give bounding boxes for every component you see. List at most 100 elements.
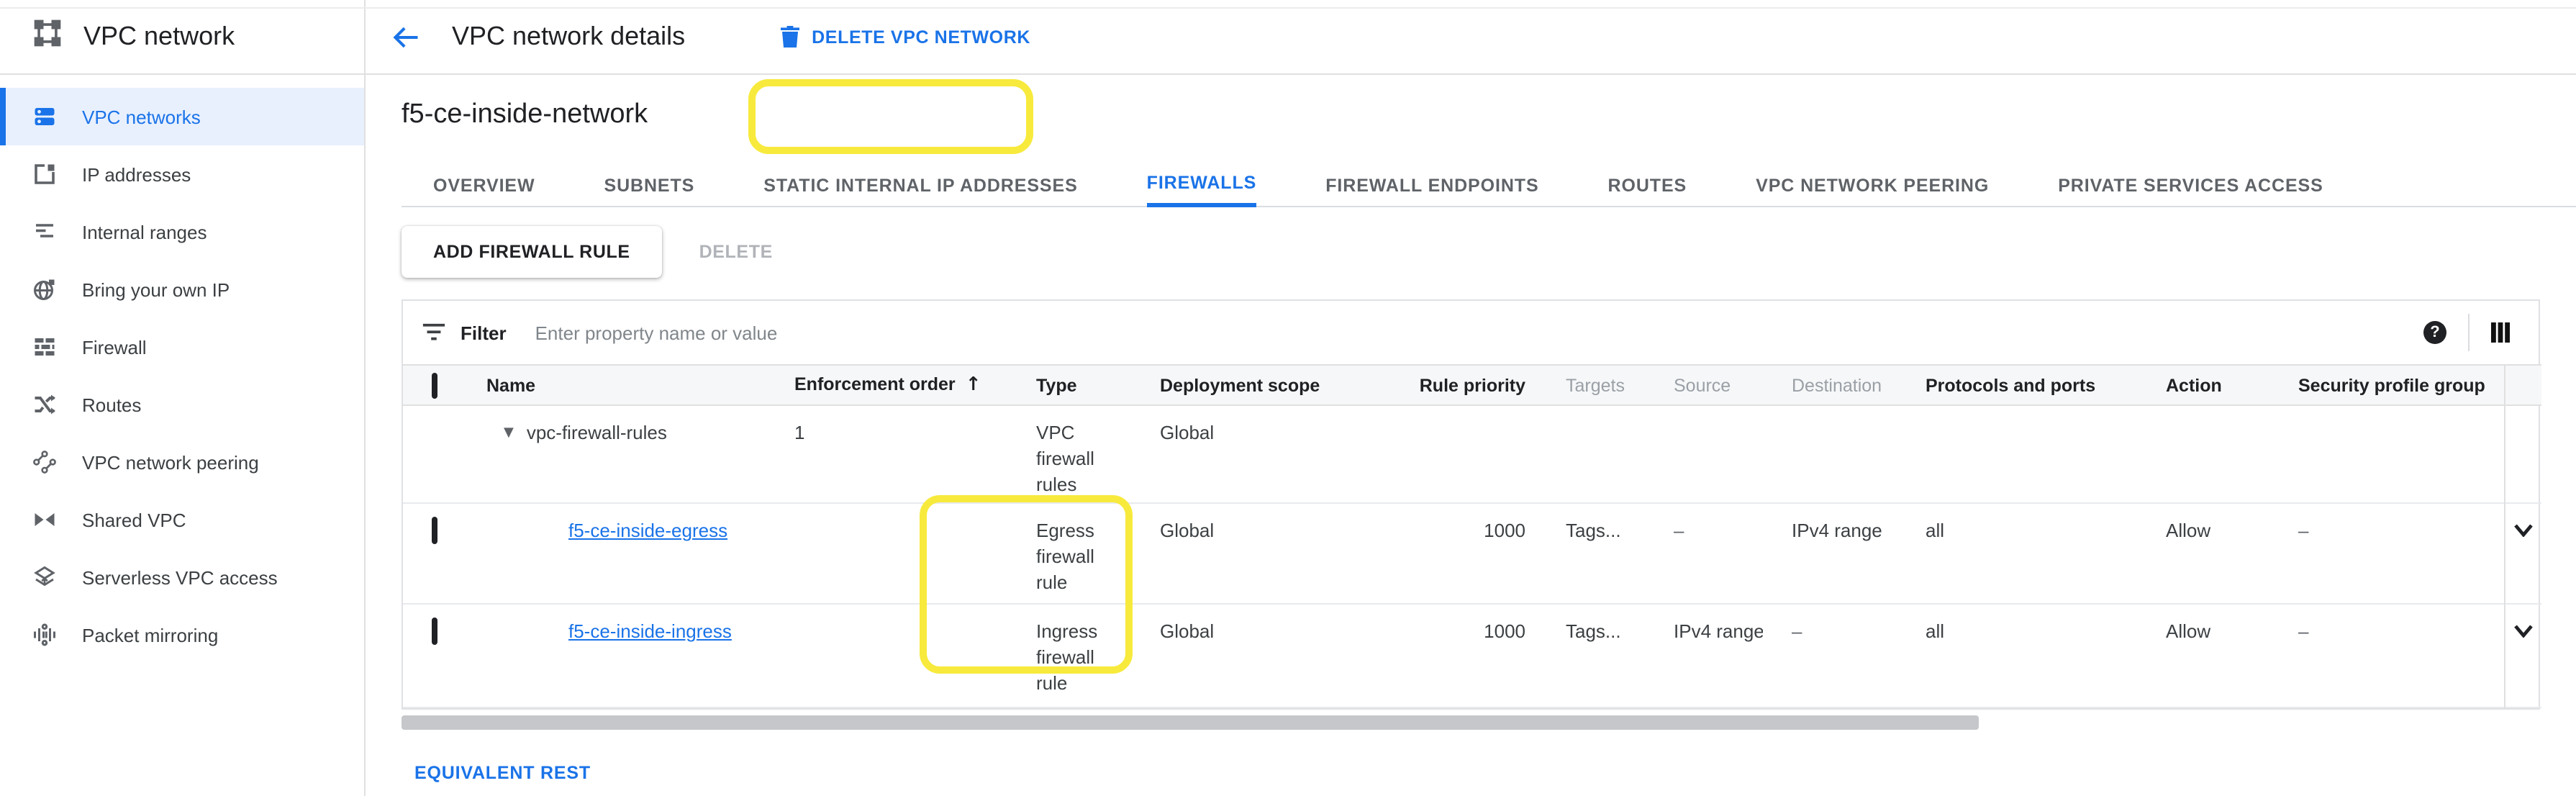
cell-enforcement-order: 1: [794, 405, 1036, 503]
packet-mirroring-icon: [32, 622, 58, 648]
row-checkbox[interactable]: [432, 618, 437, 645]
tab-vpc-network-peering[interactable]: VPC NETWORK PEERING: [1756, 163, 1989, 207]
divider: [2468, 314, 2470, 351]
filter-input[interactable]: Enter property name or value: [535, 322, 2423, 343]
cell-type: Ingress firewall rule: [1036, 604, 1160, 707]
column-header-targets[interactable]: Targets: [1566, 365, 1674, 405]
cell-type: VPC firewall rules: [1036, 405, 1160, 503]
cell-type: Egress firewall rule: [1036, 503, 1160, 604]
trash-icon: [780, 26, 800, 48]
sidebar-item-bring-your-own-ip[interactable]: Bring your own IP: [0, 261, 364, 318]
column-header-name[interactable]: Name: [486, 365, 794, 405]
cell-deployment-scope: Global: [1160, 604, 1367, 707]
tab-overview[interactable]: OVERVIEW: [433, 163, 535, 207]
cell-targets: Tags...: [1566, 604, 1674, 707]
sidebar-item-label: VPC network peering: [82, 451, 259, 473]
column-header-source[interactable]: Source: [1674, 365, 1792, 405]
firewall-rule-link[interactable]: f5-ce-inside-ingress: [568, 619, 732, 645]
column-display-icon[interactable]: [2491, 322, 2510, 343]
filter-list-icon: [422, 322, 446, 343]
cell-rule-priority: 1000: [1367, 503, 1566, 604]
internal-ranges-icon: [32, 219, 58, 245]
routes-icon: [32, 392, 58, 417]
group-name: vpc-firewall-rules: [527, 420, 667, 446]
add-firewall-rule-button[interactable]: ADD FIREWALL RULE: [402, 226, 662, 278]
cell-destination: IPv4 range: [1792, 503, 1926, 604]
sidebar-item-label: VPC networks: [82, 106, 201, 127]
cell-action: Allow: [2166, 604, 2298, 707]
sidebar-nav: VPC networks IP addresses Internal range…: [0, 75, 364, 664]
filter-label: Filter: [461, 322, 507, 343]
cell-source: –: [1674, 503, 1792, 604]
column-header-type[interactable]: Type: [1036, 365, 1160, 405]
cell-security-profile-group: –: [2298, 503, 2504, 604]
sidebar-item-vpc-network-peering[interactable]: VPC network peering: [0, 433, 364, 491]
tab-bar: OVERVIEW SUBNETS STATIC INTERNAL IP ADDR…: [433, 163, 2541, 207]
cell-deployment-scope: Global: [1160, 405, 1367, 503]
expand-row-chevron-icon[interactable]: [2505, 518, 2541, 537]
vpc-network-logo-icon: [32, 17, 63, 56]
group-row-toggle[interactable]: ▼vpc-firewall-rules: [486, 420, 794, 446]
firewall-rules-table: Name Enforcement order↑ Type Deployment …: [403, 364, 2541, 708]
cell-security-profile-group: –: [2298, 604, 2504, 707]
row-checkbox[interactable]: [432, 517, 437, 544]
column-header-enforcement-order[interactable]: Enforcement order↑: [794, 365, 1036, 405]
page-body: f5-ce-inside-network OVERVIEW SUBNETS ST…: [366, 98, 2576, 786]
sidebar-item-serverless-vpc-access[interactable]: Serverless VPC access: [0, 548, 364, 606]
column-header-action[interactable]: Action: [2166, 365, 2298, 405]
sidebar-item-label: Internal ranges: [82, 221, 207, 243]
cell-source: IPv4 range: [1674, 604, 1792, 707]
tab-routes[interactable]: ROUTES: [1608, 163, 1687, 207]
column-header-protocols-and-ports[interactable]: Protocols and ports: [1926, 365, 2166, 405]
content-header: VPC network details DELETE VPC NETWORK: [366, 0, 2576, 75]
tab-private-services-access[interactable]: PRIVATE SERVICES ACCESS: [2058, 163, 2323, 207]
product-title: VPC network: [83, 22, 235, 52]
column-header-security-profile-group[interactable]: Security profile group: [2298, 365, 2504, 405]
firewall-table-card: Filter Enter property name or value: [402, 299, 2540, 710]
globe-icon: [32, 276, 58, 302]
column-header-deployment-scope[interactable]: Deployment scope: [1160, 365, 1367, 405]
ip-addresses-icon: [32, 161, 58, 187]
cell-destination: –: [1792, 604, 1926, 707]
sidebar-item-vpc-networks[interactable]: VPC networks: [0, 88, 364, 145]
filter-bar: Filter Enter property name or value: [403, 301, 2539, 364]
main-content: VPC network details DELETE VPC NETWORK f…: [366, 0, 2576, 796]
tab-firewalls[interactable]: FIREWALLS: [1147, 163, 1257, 207]
expand-row-chevron-icon[interactable]: [2505, 619, 2541, 638]
sidebar-item-shared-vpc[interactable]: Shared VPC: [0, 491, 364, 548]
cell-targets: Tags...: [1566, 503, 1674, 604]
network-name: f5-ce-inside-network: [402, 98, 2541, 132]
tab-static-internal-ip-addresses[interactable]: STATIC INTERNAL IP ADDRESSES: [763, 163, 1077, 207]
sidebar-item-label: Routes: [82, 394, 141, 415]
column-header-destination[interactable]: Destination: [1792, 365, 1926, 405]
delete-vpc-network-button[interactable]: DELETE VPC NETWORK: [780, 26, 1030, 48]
sidebar-item-ip-addresses[interactable]: IP addresses: [0, 145, 364, 203]
sidebar-item-label: Packet mirroring: [82, 624, 218, 646]
horizontal-scrollbar[interactable]: [402, 715, 1979, 730]
page-title: VPC network details: [452, 22, 685, 52]
table-row: f5-ce-inside-egress Egress firewall rule…: [403, 503, 2541, 604]
firewall-rule-link[interactable]: f5-ce-inside-egress: [568, 518, 727, 544]
sidebar-item-internal-ranges[interactable]: Internal ranges: [0, 203, 364, 261]
cell-action: Allow: [2166, 503, 2298, 604]
cell-protocols-and-ports: all: [1926, 604, 2166, 707]
select-all-checkbox[interactable]: [432, 372, 437, 398]
back-arrow-icon[interactable]: [390, 21, 422, 53]
sidebar-item-label: IP addresses: [82, 163, 191, 185]
delete-button[interactable]: DELETE: [699, 242, 773, 262]
sidebar-item-routes[interactable]: Routes: [0, 376, 364, 433]
sidebar-item-label: Firewall: [82, 336, 147, 358]
equivalent-rest-link[interactable]: EQUIVALENT REST: [414, 763, 591, 783]
sidebar-item-label: Shared VPC: [82, 509, 186, 530]
tab-subnets[interactable]: SUBNETS: [604, 163, 695, 207]
tab-firewall-endpoints[interactable]: FIREWALL ENDPOINTS: [1325, 163, 1538, 207]
column-header-rule-priority[interactable]: Rule priority: [1367, 365, 1566, 405]
cell-protocols-and-ports: all: [1926, 503, 2166, 604]
help-icon[interactable]: [2423, 321, 2446, 344]
cell-rule-priority: 1000: [1367, 604, 1566, 707]
sidebar-item-packet-mirroring[interactable]: Packet mirroring: [0, 606, 364, 664]
sidebar-item-label: Serverless VPC access: [82, 566, 278, 588]
shared-vpc-icon: [32, 507, 58, 533]
serverless-vpc-icon: [32, 564, 58, 590]
sidebar-item-firewall[interactable]: Firewall: [0, 318, 364, 376]
